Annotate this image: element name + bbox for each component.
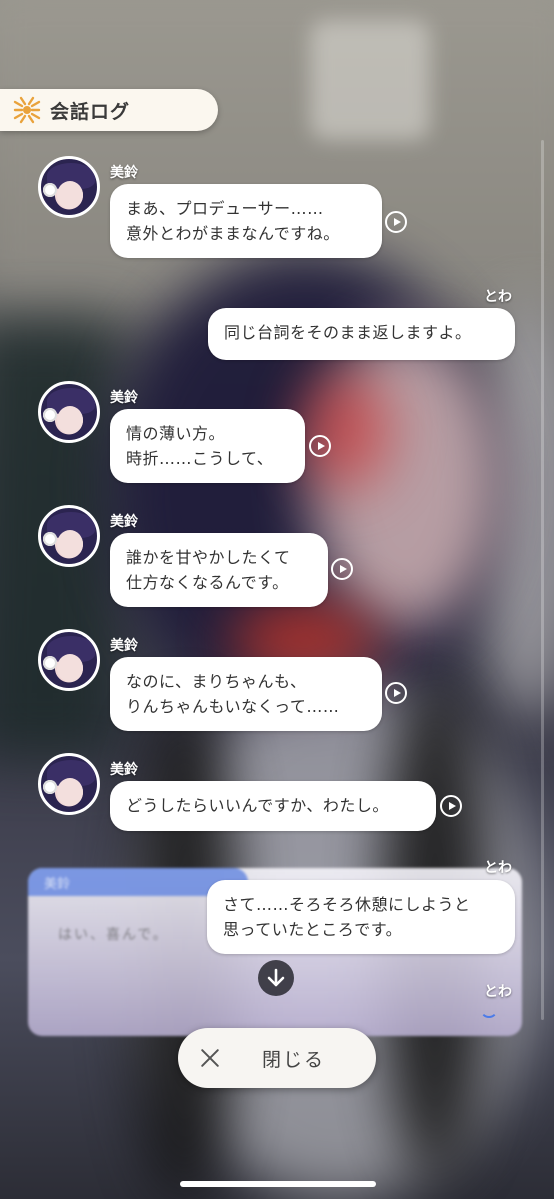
misuzu-avatar bbox=[38, 629, 100, 691]
message-line: どうしたらいいんですか、わたし。 bbox=[126, 796, 389, 815]
speaker-name: 美鈴 bbox=[110, 165, 138, 181]
message-bubble: さて……そろそろ休憩にしようと 思っていたところです。 bbox=[207, 880, 515, 954]
speaker-name: とわ bbox=[484, 289, 512, 305]
close-icon bbox=[198, 1046, 222, 1070]
log-title: 会話ログ bbox=[50, 100, 131, 123]
log-scrollbar[interactable] bbox=[541, 140, 544, 1020]
play-voice-icon[interactable] bbox=[385, 211, 407, 233]
play-voice-icon[interactable] bbox=[385, 682, 407, 704]
speaker-name: 美鈴 bbox=[110, 638, 138, 654]
message-line: 誰かを甘やかしたくて bbox=[126, 548, 291, 567]
loading-indicator bbox=[480, 1000, 498, 1018]
play-voice-icon[interactable] bbox=[309, 435, 331, 457]
message-bubble: 同じ台詞をそのまま返しますよ。 bbox=[208, 308, 515, 360]
background-dialogue-text: はい、喜んで。 bbox=[58, 927, 169, 943]
message-bubble: なのに、まりちゃんも、 りんちゃんもいなくって…… bbox=[110, 657, 382, 731]
arrow-down-icon bbox=[267, 968, 285, 987]
message-line: 同じ台詞をそのまま返しますよ。 bbox=[224, 323, 472, 342]
message-line: なのに、まりちゃんも、 bbox=[126, 672, 307, 691]
message-bubble: 誰かを甘やかしたくて 仕方なくなるんです。 bbox=[110, 533, 328, 607]
speaker-name: 美鈴 bbox=[110, 390, 138, 406]
play-voice-icon[interactable] bbox=[440, 795, 462, 817]
misuzu-avatar bbox=[38, 505, 100, 567]
misuzu-avatar bbox=[38, 381, 100, 443]
message-line: 時折……こうして、 bbox=[126, 449, 274, 468]
play-voice-icon[interactable] bbox=[331, 558, 353, 580]
message-line: 意外とわがままなんですね。 bbox=[126, 224, 340, 243]
scroll-down-button[interactable] bbox=[258, 960, 294, 996]
message-line: さて……そろそろ休憩にしようと bbox=[223, 895, 471, 914]
home-indicator[interactable] bbox=[180, 1181, 376, 1187]
log-header: 会話ログ bbox=[0, 89, 218, 131]
message-bubble: まあ、プロデューサー…… 意外とわがままなんですね。 bbox=[110, 184, 382, 258]
message-line: 情の薄い方。 bbox=[126, 424, 226, 443]
message-bubble: どうしたらいいんですか、わたし。 bbox=[110, 781, 436, 831]
message-line: りんちゃんもいなくって…… bbox=[126, 697, 340, 716]
message-bubble: 情の薄い方。 時折……こうして、 bbox=[110, 409, 305, 483]
misuzu-avatar bbox=[38, 156, 100, 218]
speaker-name: 美鈴 bbox=[110, 762, 138, 778]
speaker-name: とわ bbox=[484, 984, 512, 1000]
speaker-name: 美鈴 bbox=[110, 514, 138, 530]
message-line: 思っていたところです。 bbox=[223, 920, 403, 939]
chat-log-icon bbox=[13, 96, 41, 124]
close-button-label: 閉じる bbox=[262, 1048, 326, 1071]
close-button[interactable]: 閉じる bbox=[178, 1028, 376, 1088]
message-line: 仕方なくなるんです。 bbox=[126, 573, 289, 592]
background-dialogue-speaker: 美鈴 bbox=[44, 877, 71, 892]
speaker-name: とわ bbox=[484, 860, 512, 876]
misuzu-avatar bbox=[38, 753, 100, 815]
message-line: まあ、プロデューサー…… bbox=[126, 199, 324, 218]
